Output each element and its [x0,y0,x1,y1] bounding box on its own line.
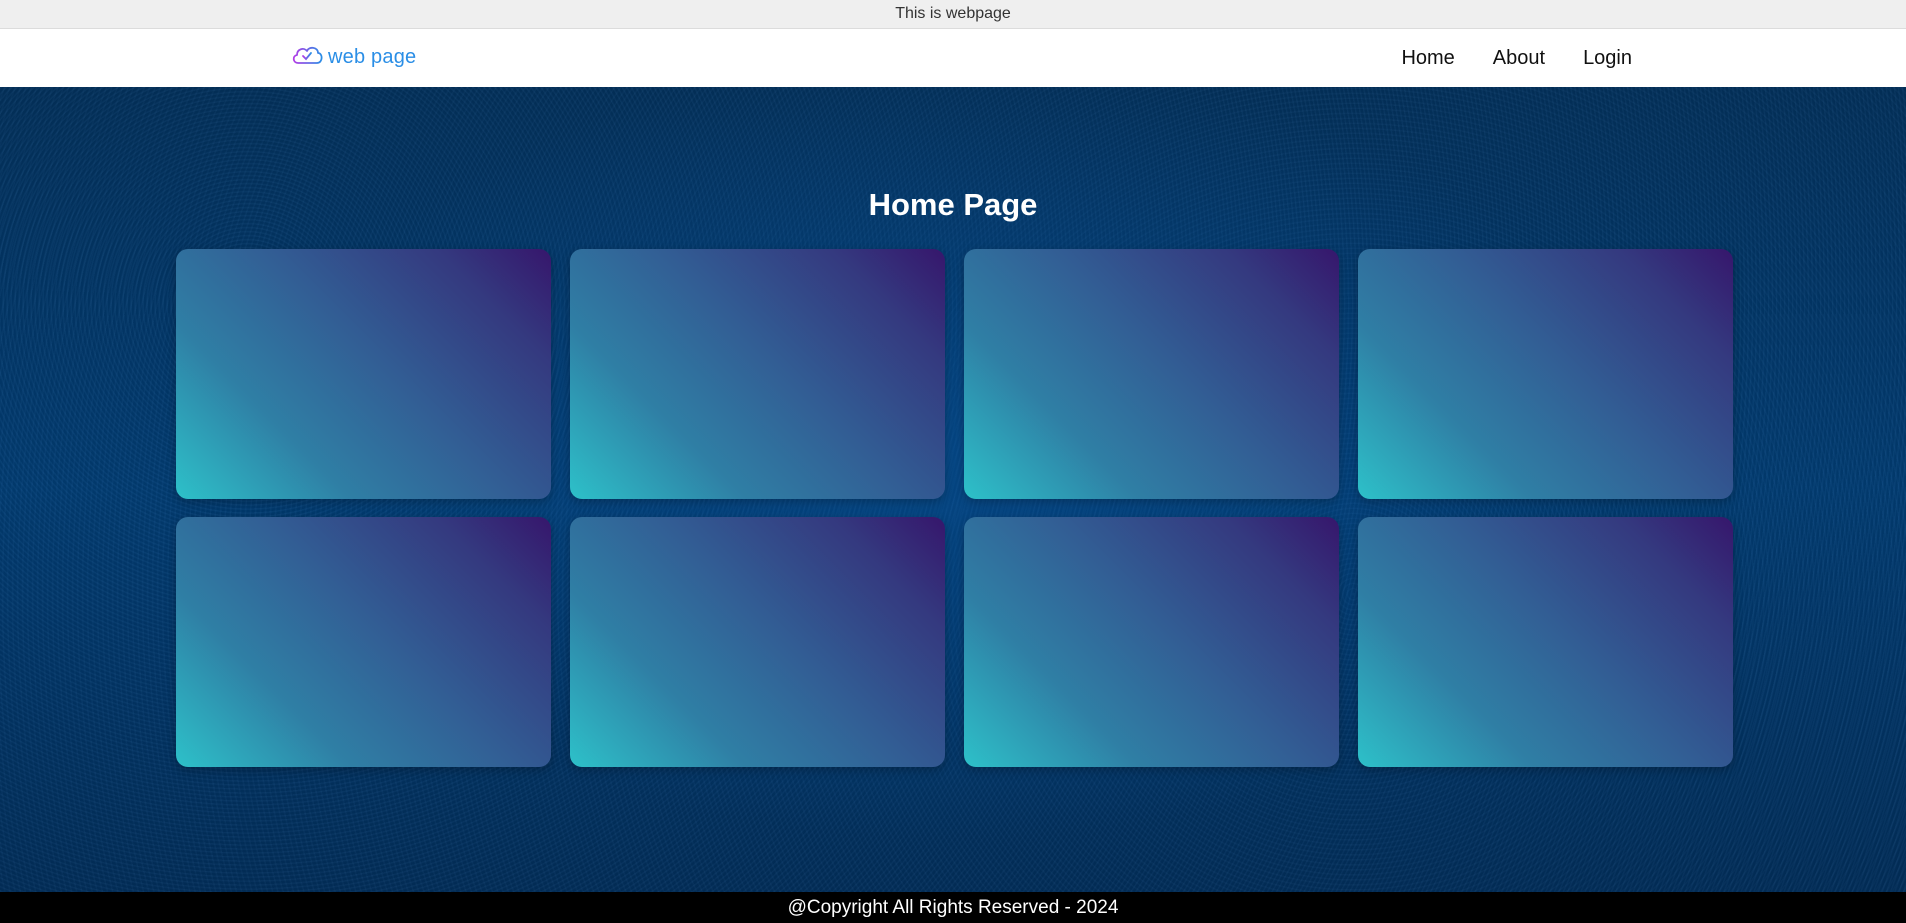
card[interactable] [570,249,945,499]
nav-about-link[interactable]: About [1493,47,1545,70]
card[interactable] [176,517,551,767]
page-title: Home Page [868,187,1038,222]
card[interactable] [964,249,1339,499]
card[interactable] [964,517,1339,767]
card[interactable] [1358,249,1733,499]
card[interactable] [176,249,551,499]
site-navbar: web page Home About Login [0,29,1906,87]
browser-title-bar: This is webpage [0,0,1906,29]
main-nav: Home About Login [1401,29,1632,87]
hero-section: Home Page [0,87,1906,892]
card[interactable] [570,517,945,767]
card[interactable] [1358,517,1733,767]
copyright-text: @Copyright All Rights Reserved - 2024 [787,896,1119,918]
site-logo[interactable]: web page [290,43,416,71]
card-grid [176,249,1733,767]
cloud-check-icon [290,43,324,72]
logo-text: web page [328,45,417,68]
nav-login-link[interactable]: Login [1583,47,1632,70]
site-footer: @Copyright All Rights Reserved - 2024 [0,892,1906,923]
browser-title-text: This is webpage [895,5,1011,22]
nav-home-link[interactable]: Home [1401,47,1454,70]
